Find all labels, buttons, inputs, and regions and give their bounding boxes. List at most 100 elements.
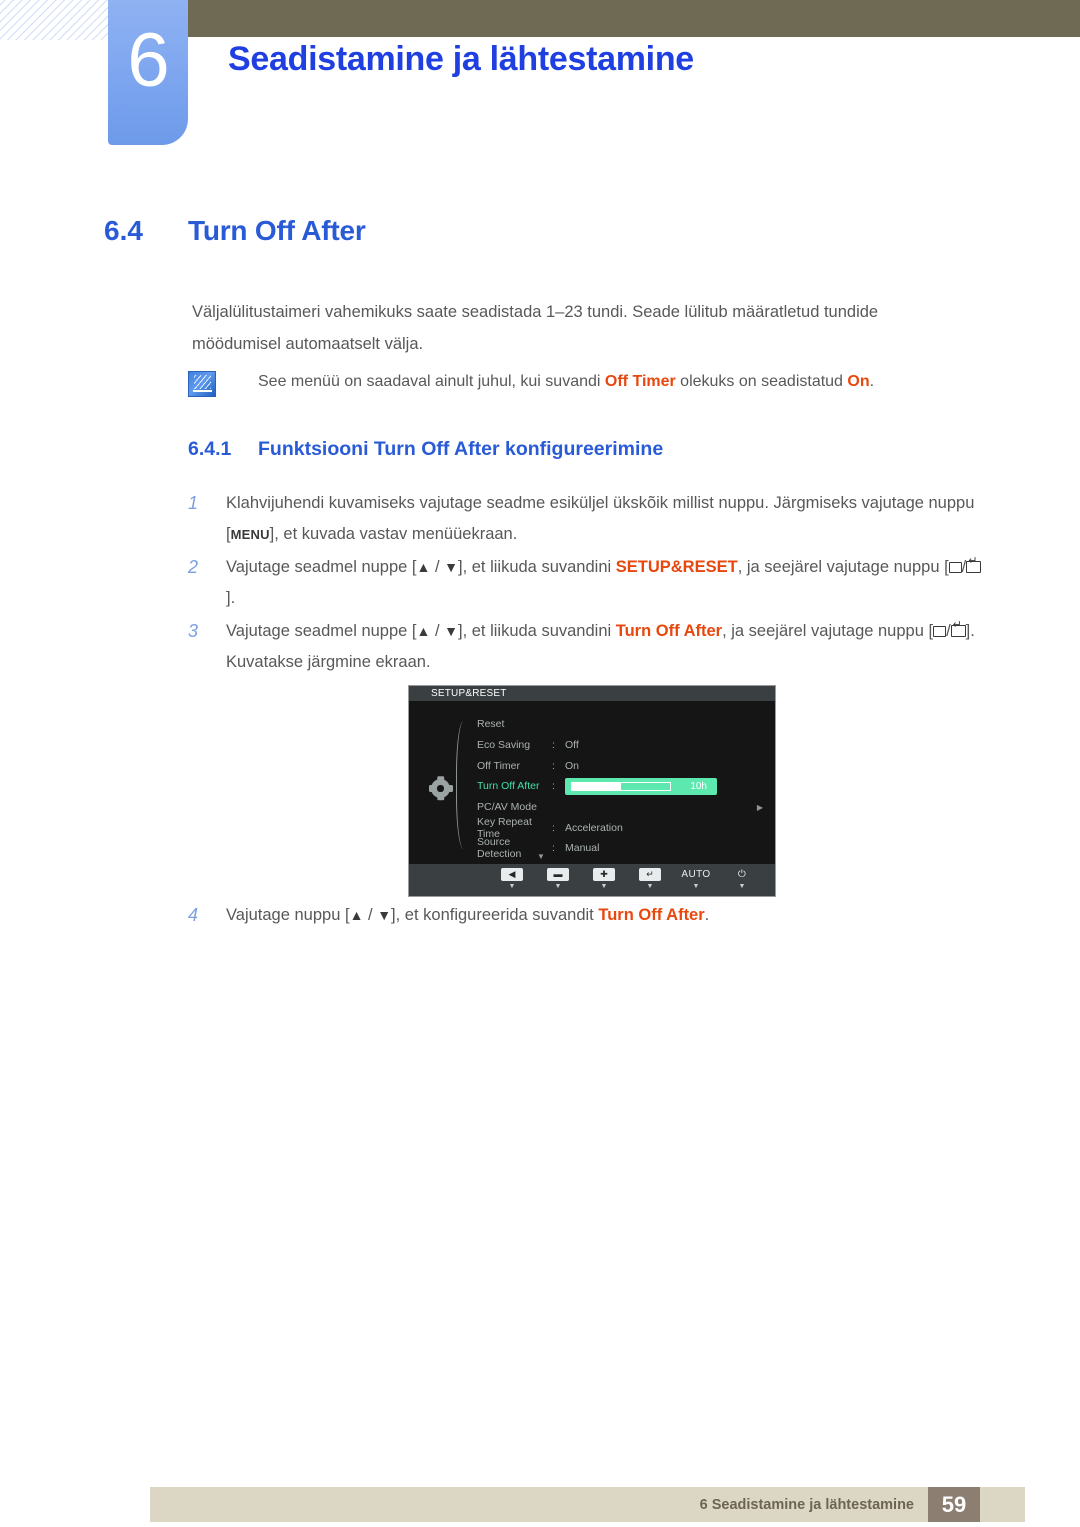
chapter-number: 6	[127, 17, 169, 103]
footer-bar: 6 Seadistamine ja lähtestamine 59	[150, 1487, 1025, 1522]
osd-button-plus[interactable]: ✚ ▼	[581, 868, 627, 890]
step-text-run: , ja seejärel vajutage nuppu [	[722, 622, 934, 640]
up-arrow-icon: ▲	[349, 907, 364, 923]
osd-row-value: Acceleration	[565, 821, 623, 834]
note-highlight-off-timer: Off Timer	[604, 373, 676, 390]
up-arrow-icon: ▲	[416, 623, 431, 639]
step-text-run: ], et liikuda suvandini	[457, 558, 616, 576]
osd-row[interactable]: PC/AV Mode ▶	[477, 797, 767, 818]
menu-box-icon	[948, 562, 962, 573]
step-text: Klahvijuhendi kuvamiseks vajutage seadme…	[226, 488, 986, 550]
up-arrow-icon: ▲	[416, 559, 431, 575]
osd-brace-decoration	[456, 721, 471, 849]
osd-row-value: Off	[565, 739, 579, 752]
button-caret-icon: ▼	[646, 883, 654, 890]
step-text-run: ], et kuvada vastav menüüekraan.	[269, 525, 518, 543]
enter-key-icon	[950, 620, 966, 637]
step-text-run: Vajutage seadmel nuppe [	[226, 622, 417, 640]
osd-button-power[interactable]: ⏻ ▼	[719, 868, 765, 890]
section-heading: 6.4 Turn Off After	[104, 215, 366, 247]
step-item: 1 Klahvijuhendi kuvamiseks vajutage seadm…	[188, 488, 988, 550]
step-text-run: , ja seejärel vajutage nuppu [	[737, 558, 949, 576]
osd-titlebar: SETUP&RESET	[409, 686, 775, 701]
auto-icon: AUTO	[681, 868, 711, 880]
menu-key-label: MENU	[230, 527, 270, 542]
steps-list: 1 Klahvijuhendi kuvamiseks vajutage seadm…	[188, 488, 988, 680]
button-caret-icon: ▼	[554, 883, 562, 890]
enter-icon: ↵	[639, 868, 661, 881]
minus-icon: ▬	[547, 868, 569, 881]
step-number: 3	[188, 621, 199, 641]
osd-slider[interactable]: 10h	[565, 777, 717, 795]
osd-row-label: PC/AV Mode	[477, 801, 537, 814]
step-highlight-term: Turn Off After	[615, 622, 723, 640]
decorative-hatch-pattern	[0, 0, 110, 40]
step-highlight-term: Turn Off After	[598, 906, 705, 924]
osd-button-enter[interactable]: ↵ ▼	[627, 868, 673, 890]
osd-row-colon: :	[552, 842, 555, 855]
step-number: 2	[188, 557, 199, 577]
osd-button-back[interactable]: ◀ ▼	[489, 868, 535, 890]
osd-menu-screenshot: SETUP&RESET Reset Eco Saving: Off Off Timer…	[408, 685, 776, 897]
osd-row[interactable]: Turn Off After: 10h	[477, 776, 767, 797]
osd-row[interactable]: Source Detection: Manual	[477, 836, 767, 860]
osd-body: Reset Eco Saving: Off Off Timer: On Turn Off …	[409, 701, 775, 864]
osd-option-list: Reset Eco Saving: Off Off Timer: On Turn Off …	[477, 714, 767, 860]
down-arrow-icon: ▼	[444, 623, 458, 639]
section-number: 6.4	[104, 215, 143, 246]
osd-row-colon: :	[552, 780, 555, 793]
step-text-run: /	[946, 622, 951, 640]
step-text: Vajutage nuppu [▲ / ▼], et konfigureerid…	[226, 900, 986, 931]
osd-button-minus[interactable]: ▬ ▼	[535, 868, 581, 890]
plus-icon: ✚	[593, 868, 615, 881]
osd-row[interactable]: Eco Saving: Off	[477, 735, 767, 756]
osd-button-bar: ◀ ▼ ▬ ▼ ✚ ▼ ↵ ▼ AUTO ▼ ⏻ ▼	[409, 864, 775, 896]
step-text-run: .	[704, 906, 710, 924]
osd-row-value: On	[565, 759, 580, 772]
note-text: See menüü on saadaval ainult juhul, kui …	[258, 370, 874, 394]
down-arrow-icon: ▼	[377, 907, 392, 923]
step-number: 1	[188, 493, 199, 513]
button-caret-icon: ▼	[508, 883, 516, 890]
osd-button-auto[interactable]: AUTO ▼	[673, 868, 719, 890]
chevron-right-icon: ▶	[756, 802, 763, 812]
step-highlight-term: SETUP&RESET	[615, 558, 738, 576]
step-text-run: Vajutage seadmel nuppe [	[226, 558, 417, 576]
gear-icon	[428, 779, 453, 798]
osd-row-label: Reset	[477, 718, 505, 731]
step-item: 2 Vajutage seadmel nuppe [▲ / ▼], et liik…	[188, 552, 988, 614]
step-text-run: /	[430, 622, 445, 640]
step-item: 4 Vajutage nuppu [▲ / ▼], et konfigureeri…	[188, 900, 988, 931]
osd-slider-fill	[572, 782, 621, 790]
osd-title: SETUP&RESET	[431, 688, 507, 699]
note-highlight-on: On	[847, 373, 870, 390]
step-number: 4	[188, 905, 199, 925]
intro-paragraph: Väljalülitustaimeri vahemikuks saate sea…	[192, 303, 879, 353]
back-icon: ◀	[501, 868, 523, 881]
osd-row-colon: :	[552, 739, 555, 752]
step-item: 3 Vajutage seadmel nuppe [▲ / ▼], et liik…	[188, 616, 988, 678]
header-olive-band	[188, 0, 1080, 37]
osd-scroll-down-caret: ▼	[537, 852, 545, 861]
osd-row[interactable]: Off Timer: On	[477, 755, 767, 776]
subsection-title: Funktsiooni Turn Off After konfigureerim…	[258, 438, 664, 460]
step-text-run: ], et konfigureerida suvandit	[391, 906, 599, 924]
osd-row-colon: :	[552, 821, 555, 834]
note-text-after: .	[869, 373, 875, 390]
osd-row-colon: :	[552, 759, 555, 772]
osd-slider-value: 10h	[690, 780, 707, 792]
down-arrow-icon: ▼	[444, 559, 458, 575]
button-caret-icon: ▼	[738, 883, 746, 890]
power-icon: ⏻	[737, 868, 747, 880]
enter-key-icon	[966, 556, 982, 573]
osd-row-value: Manual	[565, 842, 600, 855]
note-block: See menüü on saadaval ainult juhul, kui …	[188, 370, 948, 397]
step-text-run: Vajutage nuppu [	[226, 906, 350, 924]
step-text-run: ], et liikuda suvandini	[457, 622, 616, 640]
osd-row[interactable]: Reset	[477, 714, 767, 735]
chapter-number-tab: 6	[108, 0, 188, 145]
osd-row[interactable]: Key Repeat Time: Acceleration	[477, 816, 767, 840]
button-caret-icon: ▼	[600, 883, 608, 890]
footer-text: 6 Seadistamine ja lähtestamine	[699, 1496, 914, 1513]
note-text-mid: olekuks on seadistatud	[675, 373, 848, 390]
